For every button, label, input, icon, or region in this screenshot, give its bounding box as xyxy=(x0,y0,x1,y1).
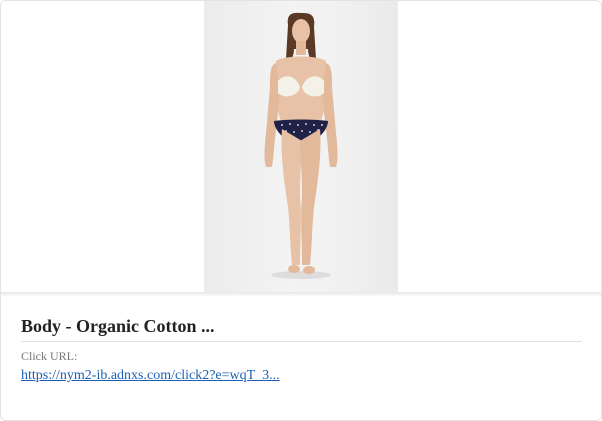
right-foot-shape xyxy=(303,266,315,274)
floor-shadow xyxy=(271,271,331,279)
neck-shape xyxy=(296,41,306,55)
ad-title: Body - Organic Cotton ... xyxy=(21,316,215,336)
image-divider-shadow xyxy=(1,293,601,297)
click-url-link[interactable]: https://nym2-ib.adnxs.com/click2?e=wqT_3… xyxy=(21,368,280,384)
product-image[interactable] xyxy=(204,1,398,292)
left-foot-shape xyxy=(288,265,300,273)
right-leg-shape xyxy=(300,129,321,265)
title-divider xyxy=(21,341,582,342)
product-photo-illustration xyxy=(264,12,338,279)
ad-preview-card: Body - Organic Cotton ... Click URL: htt… xyxy=(0,0,602,421)
left-arm-shape xyxy=(264,63,280,167)
click-url-label: Click URL: xyxy=(21,349,78,363)
face-shape xyxy=(292,19,310,43)
left-leg-shape xyxy=(281,129,302,265)
right-arm-shape xyxy=(322,63,338,167)
image-area xyxy=(1,1,601,293)
